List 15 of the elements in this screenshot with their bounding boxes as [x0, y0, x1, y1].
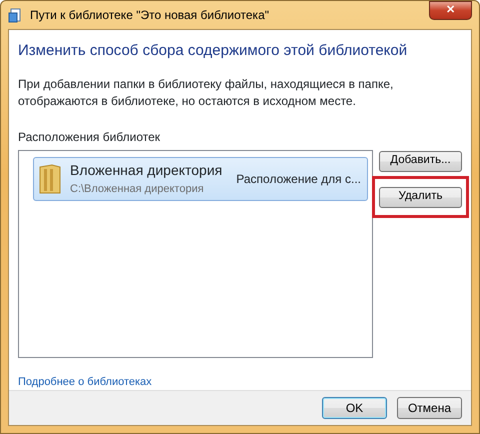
folder-name: Вложенная директория [70, 160, 222, 180]
window-title: Пути к библиотеке "Это новая библиотека" [30, 7, 270, 24]
location-status: Расположение для с... [236, 170, 361, 188]
location-item[interactable]: Вложенная директория C:\Вложенная директория Расположение для с... [33, 156, 368, 200]
dialog-heading: Изменить способ сбора содержимого этой библиотекой [18, 41, 408, 61]
help-link[interactable]: Подробнее о библиотеках [18, 376, 152, 388]
folder-icon [38, 162, 62, 194]
ok-button[interactable]: OK [322, 397, 387, 419]
section-label: Расположения библиотек [18, 128, 162, 146]
remove-button[interactable]: Удалить [379, 186, 462, 208]
add-button[interactable]: Добавить... [379, 150, 462, 172]
description-text: При добавлении папки в библиотеку файлы, находящиеся в папке, отображаются в библиотеке, но остаются в исходном месте. [18, 76, 394, 110]
close-button[interactable]: ✕ [429, 1, 472, 20]
cancel-button[interactable]: Отмена [397, 397, 462, 419]
folder-path: C:\Вложенная директория [70, 182, 205, 197]
